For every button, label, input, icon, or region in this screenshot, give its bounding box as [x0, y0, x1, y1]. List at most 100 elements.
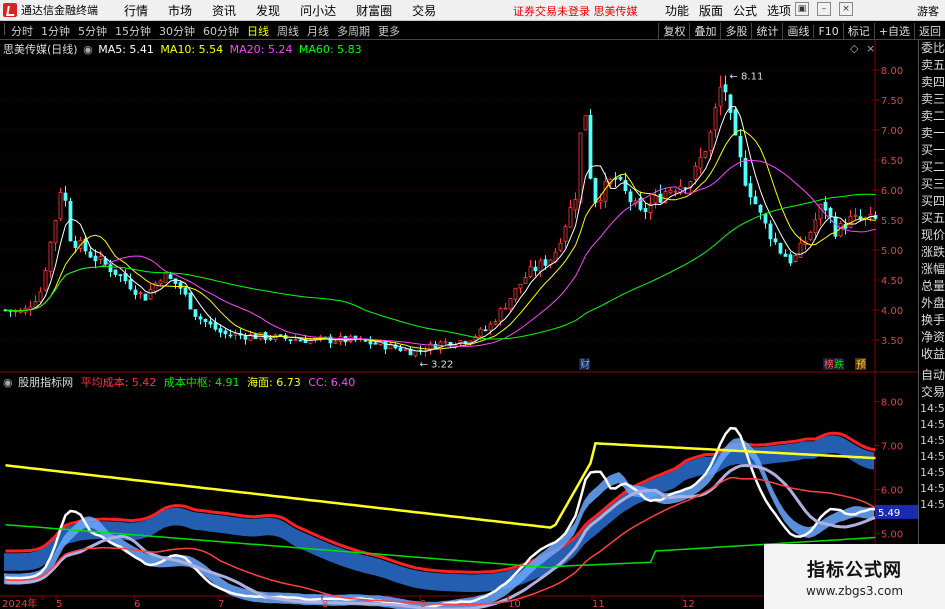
candle-up[interactable]: [33, 301, 38, 308]
candle-up[interactable]: [698, 156, 703, 169]
tab-monthly[interactable]: 月线: [303, 23, 333, 39]
add-watchlist-button[interactable]: +自选: [873, 23, 914, 39]
candle-down[interactable]: [118, 274, 123, 277]
candle-up[interactable]: [518, 283, 523, 289]
candle-down[interactable]: [738, 135, 743, 158]
close-icon[interactable]: ×: [866, 42, 875, 55]
candle-up[interactable]: [403, 348, 408, 351]
candle-down[interactable]: [778, 243, 783, 254]
candle-down[interactable]: [218, 328, 223, 333]
menu-market[interactable]: 市场: [158, 2, 202, 19]
candle-down[interactable]: [93, 255, 98, 262]
candle-down[interactable]: [278, 334, 283, 337]
candle-up[interactable]: [708, 131, 713, 152]
tab-more[interactable]: 更多: [374, 23, 404, 39]
candle-down[interactable]: [133, 289, 138, 295]
draw-line-button[interactable]: 画线: [782, 23, 813, 39]
candle-up[interactable]: [443, 341, 448, 344]
candle-up[interactable]: [563, 226, 568, 242]
candle-down[interactable]: [183, 287, 188, 295]
menu-trade[interactable]: 交易: [402, 2, 446, 19]
event-marker[interactable]: 财: [580, 358, 590, 371]
candle-up[interactable]: [493, 321, 498, 325]
candle-down[interactable]: [753, 196, 758, 205]
candle-up[interactable]: [573, 199, 578, 211]
candle-up[interactable]: [413, 350, 418, 357]
candle-down[interactable]: [643, 208, 648, 213]
candle-up[interactable]: [578, 132, 583, 203]
candle-down[interactable]: [828, 207, 833, 217]
menu-function[interactable]: 功能: [660, 2, 694, 19]
candle-down[interactable]: [758, 204, 763, 213]
candle-up[interactable]: [498, 308, 503, 322]
event-marker[interactable]: 榜: [824, 358, 834, 371]
candle-down[interactable]: [178, 282, 183, 289]
kline-chart-svg[interactable]: 8.00 7.50 7.00 6.50 6.00 5.50 5.00 4.50 4.00 3.50…: [0, 40, 918, 609]
candle-up[interactable]: [43, 270, 48, 291]
candle-up[interactable]: [603, 180, 608, 202]
candle-up[interactable]: [528, 266, 533, 277]
dropdown-circle-icon[interactable]: ◉: [3, 376, 13, 389]
minimize-icon[interactable]: –: [817, 2, 831, 16]
candle-up[interactable]: [798, 242, 803, 258]
candle-down[interactable]: [108, 264, 113, 273]
back-button[interactable]: 返回: [914, 23, 945, 39]
overlay-button[interactable]: 叠加: [689, 23, 720, 39]
login-warning[interactable]: 证券交易未登录 思美传媒: [513, 3, 638, 19]
candle-down[interactable]: [143, 293, 148, 301]
menu-fortune[interactable]: 财富圈: [346, 2, 402, 19]
candle-down[interactable]: [833, 216, 838, 237]
candle-down[interactable]: [243, 335, 248, 340]
candle-down[interactable]: [733, 109, 738, 136]
tab-60min[interactable]: 60分钟: [199, 23, 243, 39]
menu-discover[interactable]: 发现: [246, 2, 290, 19]
candle-down[interactable]: [618, 176, 623, 180]
candle-down[interactable]: [188, 292, 193, 310]
candle-down[interactable]: [228, 334, 233, 337]
candle-up[interactable]: [598, 199, 603, 203]
candle-down[interactable]: [763, 214, 768, 224]
candle-down[interactable]: [288, 339, 293, 342]
f10-button[interactable]: F10: [813, 24, 842, 38]
candle-down[interactable]: [63, 192, 68, 201]
candle-up[interactable]: [233, 333, 238, 336]
menu-ask[interactable]: 问小达: [290, 2, 346, 19]
auto-label[interactable]: 自动: [919, 367, 945, 384]
candle-up[interactable]: [503, 307, 508, 310]
skin-icon[interactable]: ▣: [795, 2, 809, 16]
candle-up[interactable]: [838, 223, 843, 237]
candle-down[interactable]: [298, 339, 303, 342]
menu-options[interactable]: 选项: [762, 2, 796, 19]
candle-up[interactable]: [478, 328, 483, 337]
candle-down[interactable]: [533, 266, 538, 272]
menu-layout[interactable]: 版面: [694, 2, 728, 19]
candle-up[interactable]: [488, 323, 493, 331]
candle-up[interactable]: [148, 289, 153, 300]
candle-up[interactable]: [713, 107, 718, 131]
candle-up[interactable]: [813, 219, 818, 234]
event-marker[interactable]: 跌: [834, 358, 844, 371]
tab-multi-period[interactable]: 多周期: [333, 23, 374, 39]
candle-down[interactable]: [88, 251, 93, 258]
multi-stock-button[interactable]: 多股: [720, 23, 751, 39]
statistics-button[interactable]: 统计: [751, 23, 782, 39]
candle-down[interactable]: [543, 259, 548, 266]
candle-down[interactable]: [628, 191, 633, 203]
candle-down[interactable]: [113, 269, 118, 275]
close-icon[interactable]: ×: [839, 2, 853, 16]
candle-up[interactable]: [163, 272, 168, 283]
candle-down[interactable]: [723, 84, 728, 93]
candle-up[interactable]: [138, 292, 143, 294]
tab-30min[interactable]: 30分钟: [155, 23, 199, 39]
candle-up[interactable]: [808, 231, 813, 240]
candle-up[interactable]: [568, 207, 573, 228]
candle-down[interactable]: [268, 338, 273, 340]
tab-5min[interactable]: 5分钟: [74, 23, 111, 39]
candle-up[interactable]: [693, 165, 698, 180]
candle-down[interactable]: [208, 321, 213, 325]
event-marker[interactable]: 预: [856, 359, 866, 371]
menu-formula[interactable]: 公式: [728, 2, 762, 19]
candle-up[interactable]: [583, 115, 588, 131]
candle-down[interactable]: [788, 254, 793, 264]
kline-chart-area[interactable]: 8.00 7.50 7.00 6.50 6.00 5.50 5.00 4.50 4.00 3.50…: [0, 40, 945, 609]
